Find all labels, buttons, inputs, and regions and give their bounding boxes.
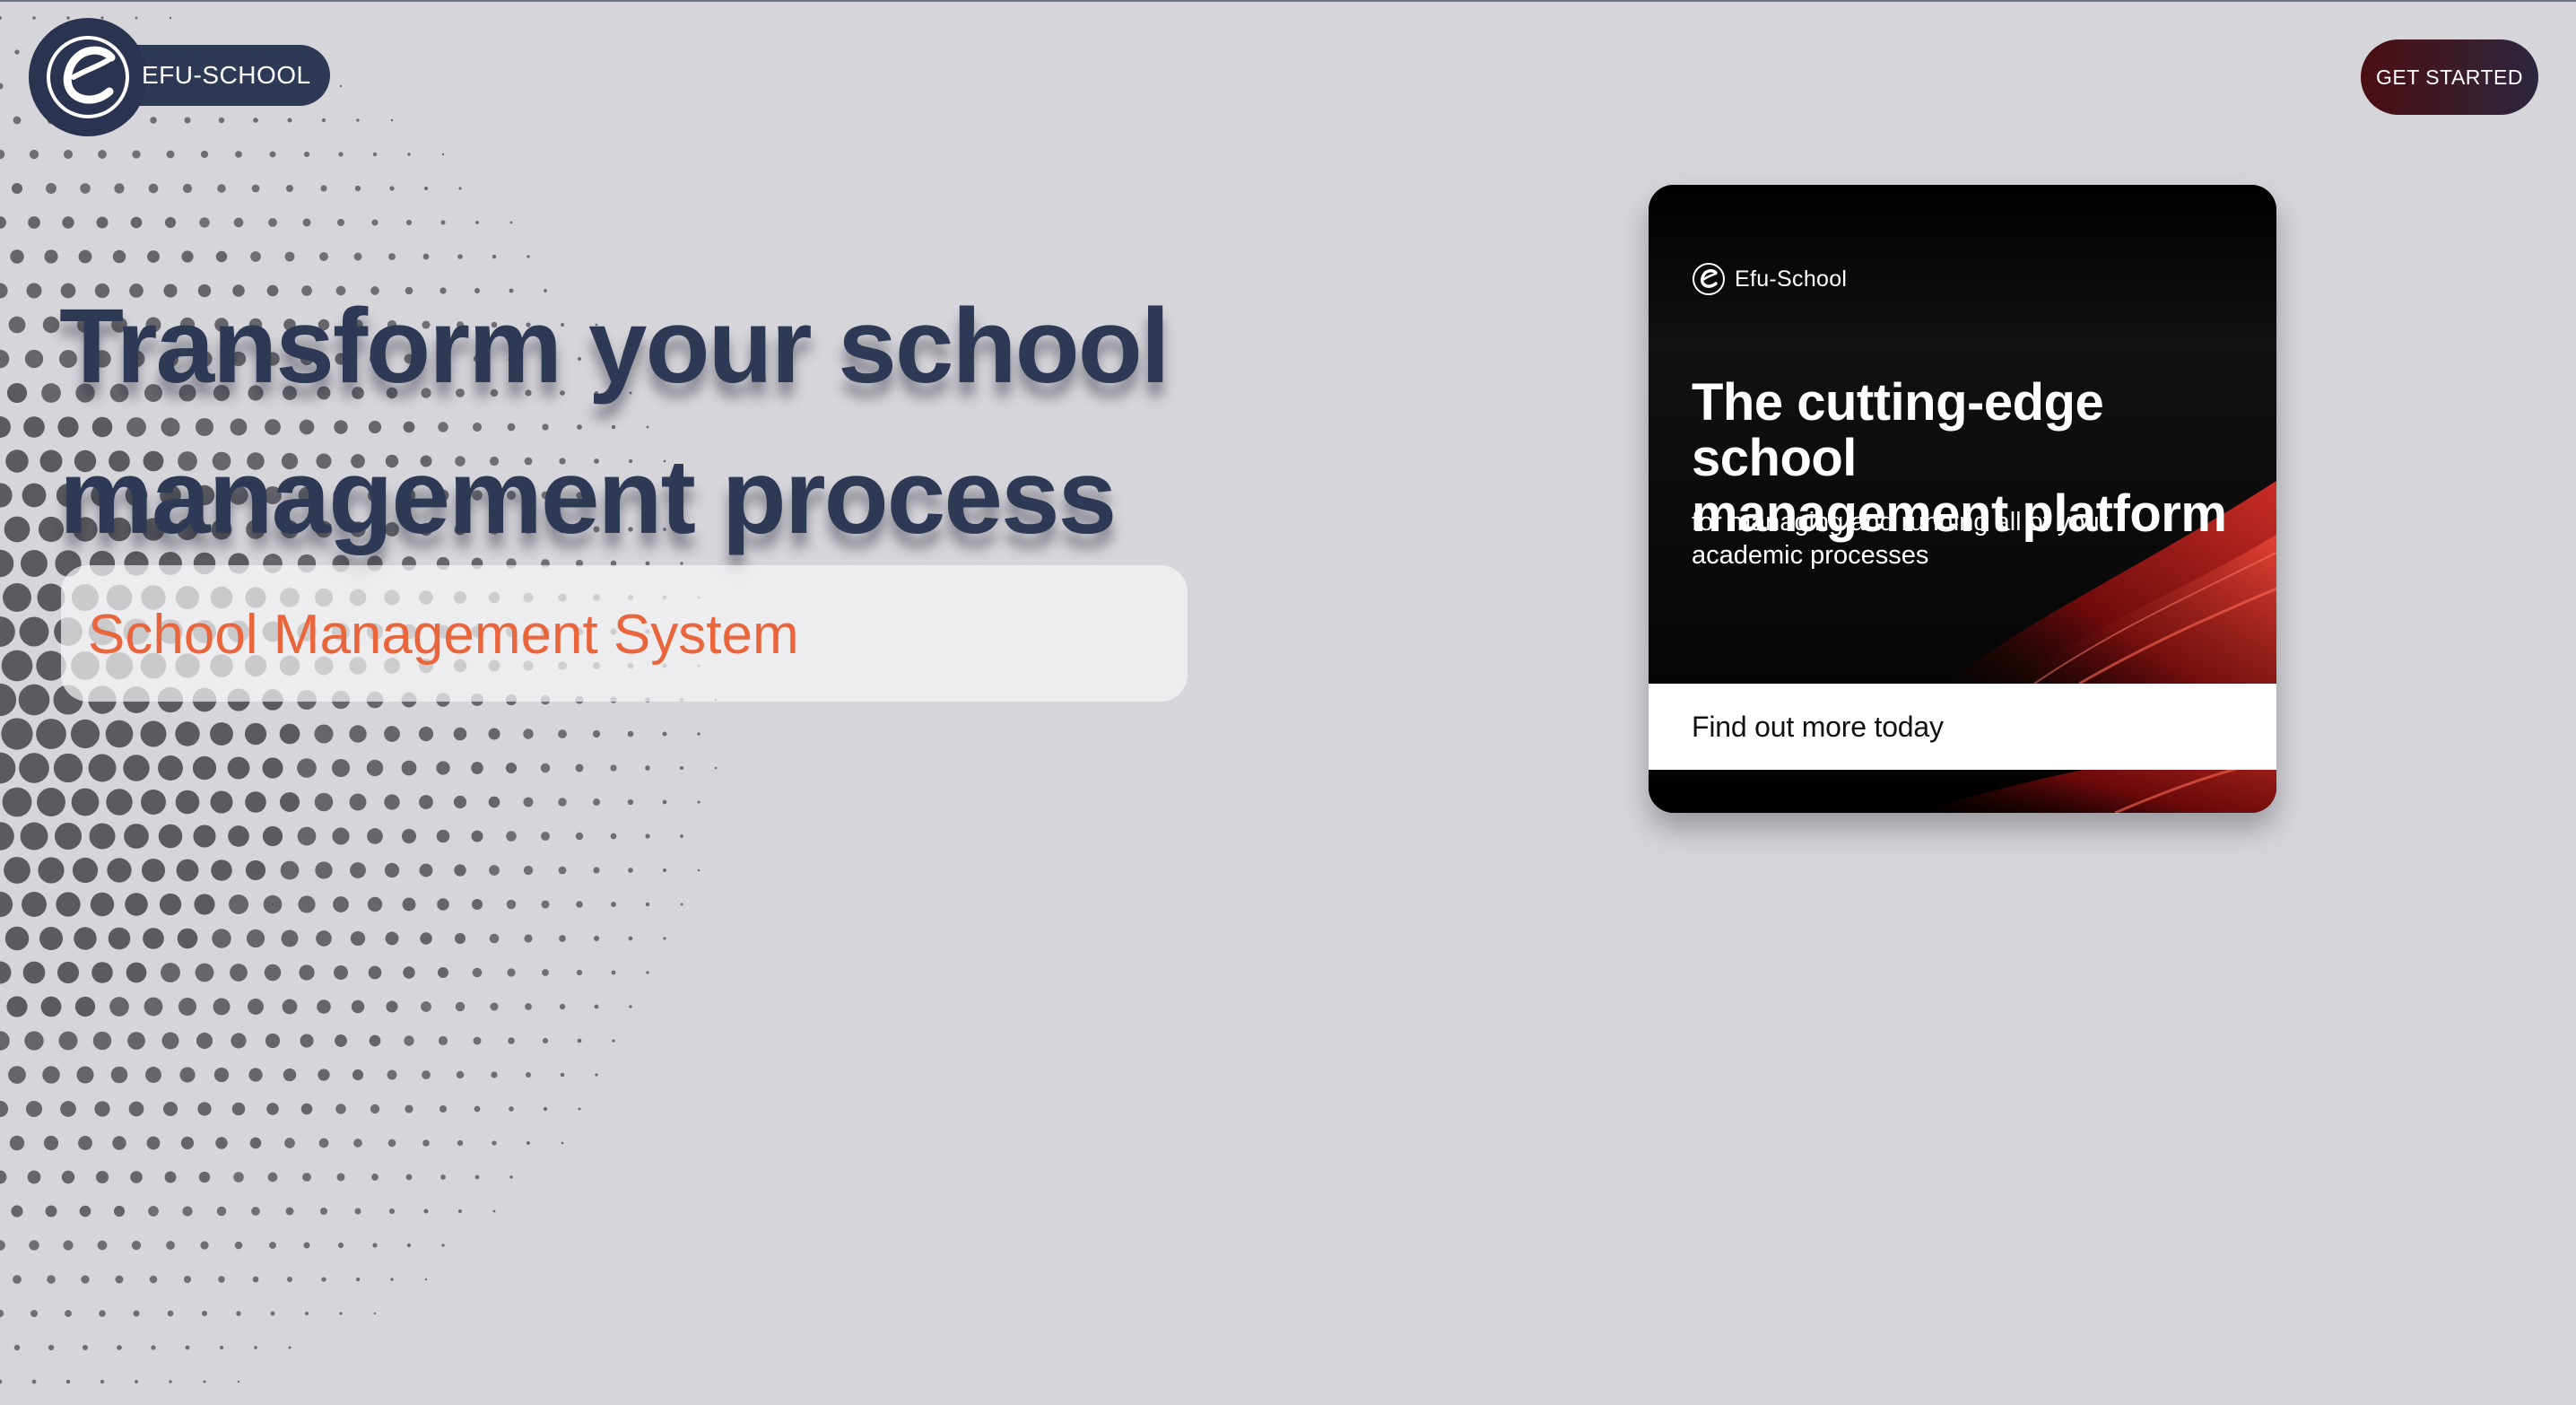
brand-name: EFU-SCHOOL — [142, 61, 311, 89]
find-out-more-link[interactable]: Find out more today — [1649, 684, 2276, 770]
card-headline-line1: The cutting-edge school — [1692, 373, 2104, 487]
efu-logo-icon — [1693, 263, 1725, 295]
card-brand-row: Efu-School — [1692, 262, 1847, 296]
card-subtext: for managing and running all of your aca… — [1692, 506, 2194, 572]
card-brand-name: Efu-School — [1735, 266, 1848, 292]
card-subtext-line2: academic processes — [1692, 541, 1929, 570]
get-started-button[interactable]: GET STARTED — [2361, 39, 2538, 115]
hero-subtitle: School Management System — [88, 604, 799, 666]
hero-title: Transform your school management process — [59, 271, 1171, 572]
hero-title-line1: Transform your school — [59, 287, 1171, 406]
efu-logo-icon — [29, 18, 147, 136]
halftone-dots-decoration — [0, 16, 718, 1384]
promo-card[interactable]: Efu-School The cutting-edge school manag… — [1649, 185, 2276, 813]
card-cta-label: Find out more today — [1692, 711, 1944, 743]
subtitle-box: School Management System — [61, 565, 1188, 702]
hero-title-line2: management process — [59, 438, 1117, 556]
card-subtext-line1: for managing and running all of your — [1692, 508, 2109, 537]
